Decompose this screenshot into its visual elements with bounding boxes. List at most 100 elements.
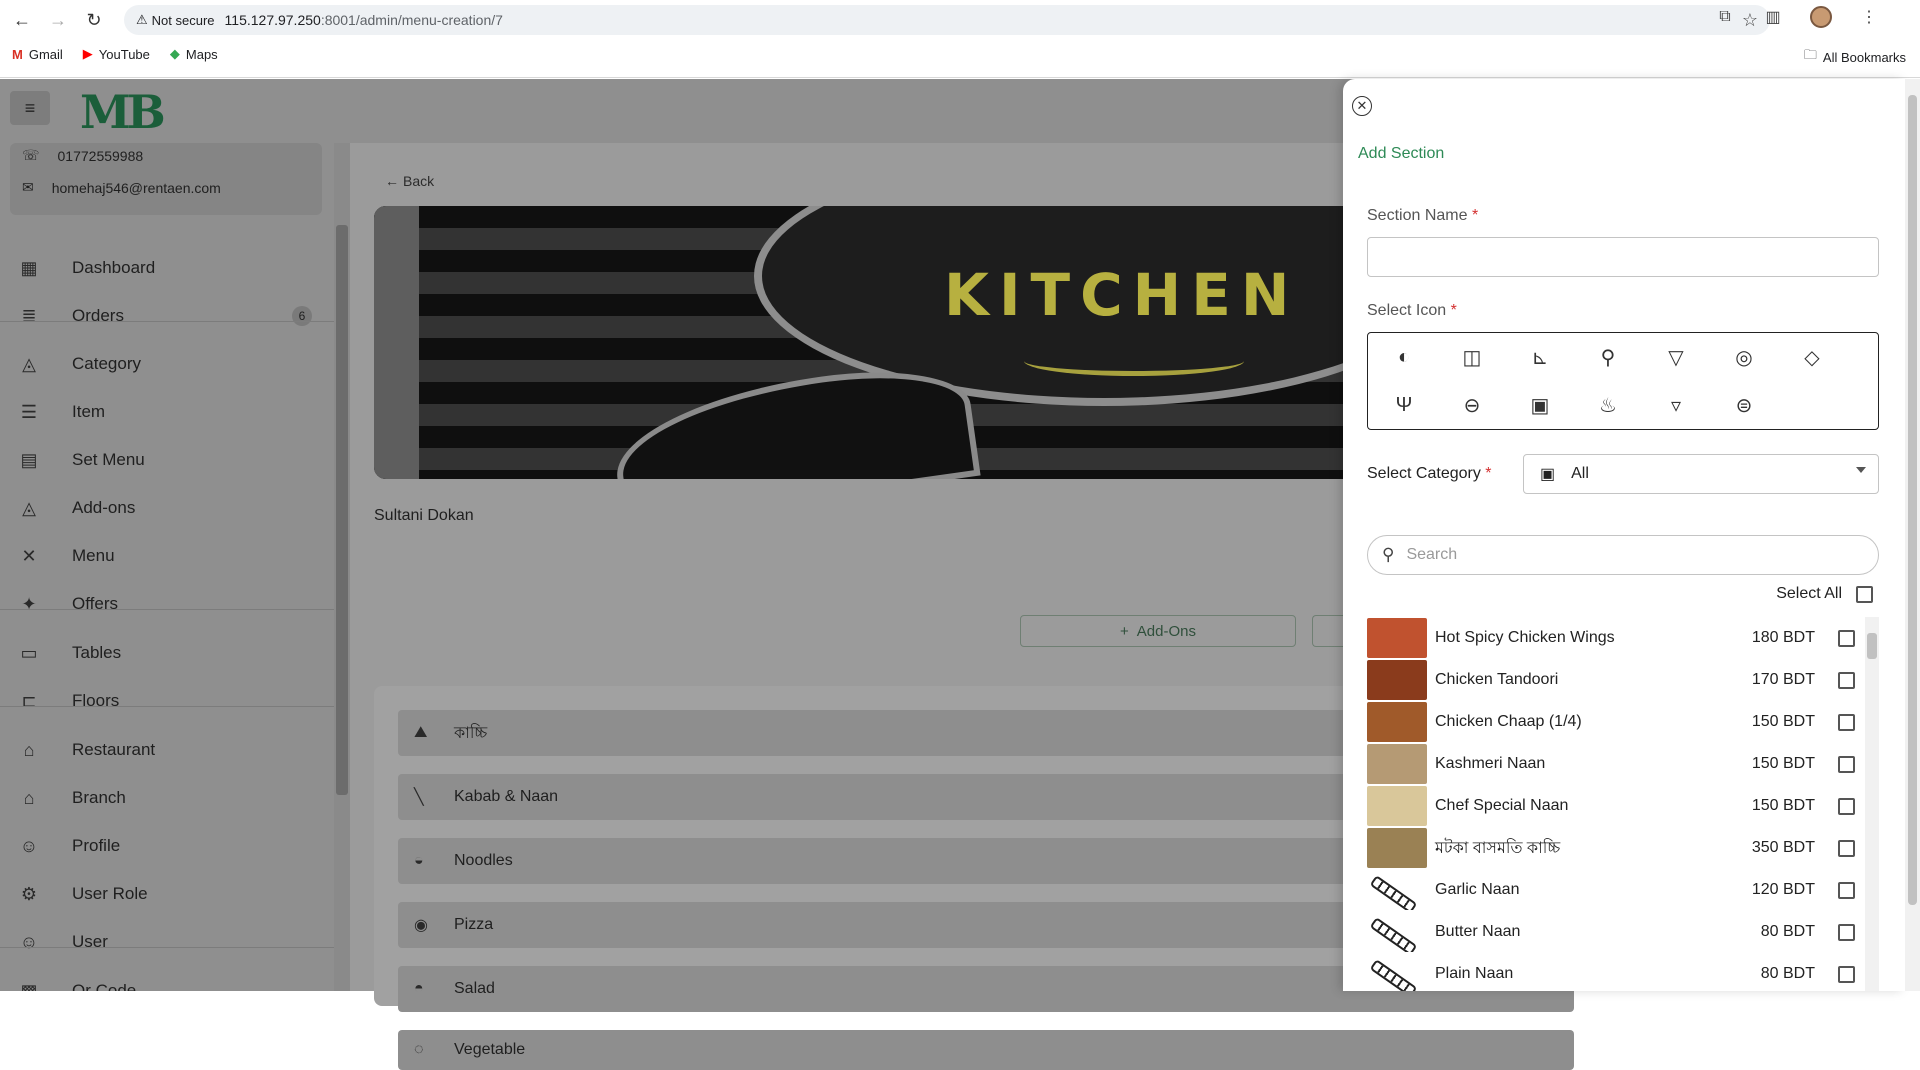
pizza-slice-icon[interactable]: ◇ <box>1797 342 1827 372</box>
item-checkbox[interactable] <box>1838 629 1855 647</box>
items-scrollbar[interactable] <box>1865 617 1879 991</box>
chair-icon[interactable]: ⊾ <box>1525 342 1555 372</box>
address-bar[interactable]: ⚠ Not secure 115.127.97.250 :8001/admin/… <box>124 5 1770 35</box>
bookmark-gmail[interactable]: M Gmail <box>12 46 63 62</box>
bowl-icon[interactable]: ◎ <box>1729 342 1759 372</box>
sidebar-item-label: Profile <box>72 836 121 855</box>
cocktail-icon[interactable]: ▽ <box>1661 342 1691 372</box>
scrollbar-thumb[interactable] <box>1867 633 1877 659</box>
sidebar-item-category[interactable]: ◬ Category <box>0 344 330 384</box>
list-item[interactable]: Butter Naan 80 BDT <box>1367 911 1855 953</box>
search-input[interactable]: ⚲ Search <box>1367 535 1879 575</box>
back-arrow-icon[interactable]: ← <box>10 8 34 32</box>
sidebar-item-user-role[interactable]: ⚙ User Role <box>0 874 330 914</box>
item-checkbox[interactable] <box>1838 797 1855 815</box>
profile-avatar[interactable] <box>1810 6 1832 28</box>
reload-icon[interactable]: ↻ <box>82 8 106 32</box>
required-mark: * <box>1450 302 1457 319</box>
drink-cup-icon[interactable]: ▿ <box>1661 390 1691 420</box>
sidebar-scrollbar[interactable] <box>334 143 350 991</box>
sidebar-item-user[interactable]: ☺ User <box>0 922 330 962</box>
item-checkbox[interactable] <box>1838 671 1855 689</box>
select-all-checkbox[interactable] <box>1856 585 1873 603</box>
back-link[interactable]: ← Back <box>385 173 434 189</box>
item-checkbox[interactable] <box>1838 965 1855 983</box>
sidebar-item-add-ons[interactable]: ◬ Add-ons <box>0 488 330 528</box>
list-item[interactable]: Chicken Tandoori 170 BDT <box>1367 659 1855 701</box>
contact-box: ☏ 01772559988 ✉ homehaj546@rentaen.com <box>10 143 322 215</box>
sidebar-item-tables[interactable]: ▭ Tables <box>0 633 330 673</box>
menu-icon: ✕ <box>21 545 37 566</box>
section-row-vegetable[interactable]: ◌ Vegetable <box>398 1030 1574 1070</box>
sidebar-item-menu[interactable]: ✕ Menu <box>0 536 330 576</box>
item-checkbox[interactable] <box>1838 755 1855 773</box>
list-item[interactable]: Garlic Naan 120 BDT <box>1367 869 1855 911</box>
sidebar-item-orders[interactable]: ≣ Orders 6 <box>0 296 330 336</box>
select-all-toggle[interactable]: Select All <box>1776 585 1873 603</box>
sidebar-item-offers[interactable]: ✦ Offers <box>0 584 330 624</box>
all-bookmarks-label: All Bookmarks <box>1822 49 1906 65</box>
list-item[interactable]: Chicken Chaap (1/4) 150 BDT <box>1367 701 1855 743</box>
salad-bowl-icon[interactable]: ⊜ <box>1729 390 1759 420</box>
sidebar-item-floors[interactable]: ⊏ Floors <box>0 681 330 721</box>
sidebar-item-item[interactable]: ☰ Item <box>0 392 330 432</box>
burger-icon[interactable]: ⊖ <box>1457 390 1487 420</box>
add-ons-label: Add-Ons <box>1136 622 1196 640</box>
required-mark: * <box>1485 465 1492 482</box>
sidebar-item-profile[interactable]: ☺ Profile <box>0 826 330 866</box>
item-checkbox[interactable] <box>1838 923 1855 941</box>
drumstick-icon[interactable]: ⚲ <box>1593 342 1623 372</box>
not-secure-indicator[interactable]: ⚠ Not secure <box>136 12 215 28</box>
banner-mustache <box>1024 346 1244 376</box>
forward-arrow-icon[interactable]: → <box>46 8 70 32</box>
sidebar-item-label: Item <box>72 402 106 421</box>
tables-icon: ▭ <box>20 642 38 663</box>
bookmark-youtube[interactable]: ▶ YouTube <box>83 46 150 62</box>
item-price: 150 BDT <box>1751 755 1815 772</box>
item-name: Chicken Tandoori <box>1435 671 1559 688</box>
sidebar-item-qr-code[interactable]: ▩ Qr Code <box>0 971 330 992</box>
item-checkbox[interactable] <box>1838 881 1855 899</box>
all-bookmarks[interactable]: 🗀 All Bookmarks <box>1804 46 1906 68</box>
sidebar-item-restaurant[interactable]: ⌂ Restaurant <box>0 730 330 770</box>
bookmark-maps[interactable]: ◆ Maps <box>170 46 218 62</box>
browser-menu-icon[interactable]: ⋮ <box>1858 6 1880 28</box>
category-select[interactable]: ▣ All <box>1523 454 1879 494</box>
list-item[interactable]: Plain Naan 80 BDT <box>1367 953 1855 991</box>
list-item[interactable]: Chef Special Naan 150 BDT <box>1367 785 1855 827</box>
bookmark-label: YouTube <box>98 46 150 62</box>
contact-phone: ☏ 01772559988 <box>22 147 143 164</box>
item-price: 80 BDT <box>1760 923 1815 940</box>
sidebar-item-dashboard[interactable]: ▦ Dashboard <box>0 248 330 288</box>
skewer-icon <box>1367 912 1427 952</box>
list-item[interactable]: মটকা বাসমতি কাচ্চি 350 BDT <box>1367 827 1855 869</box>
sidebar-item-set-menu[interactable]: ▤ Set Menu <box>0 440 330 480</box>
add-ons-button[interactable]: + Add-Ons <box>1020 615 1296 647</box>
dashboard-icon: ▦ <box>20 257 38 278</box>
side-panel-icon[interactable]: ▥ <box>1762 6 1784 28</box>
cup-icon[interactable]: ◫ <box>1457 342 1487 372</box>
item-checkbox[interactable] <box>1838 839 1855 857</box>
scrollbar-thumb[interactable] <box>1908 95 1917 905</box>
section-name-input[interactable] <box>1367 237 1879 277</box>
menu-board-icon[interactable]: ▣ <box>1525 390 1555 420</box>
arrow-left-icon: ← <box>385 173 399 189</box>
collapse-sidebar-icon[interactable]: ≡ <box>10 91 50 125</box>
close-icon[interactable]: ✕ <box>1352 96 1372 116</box>
steak-icon[interactable]: ◐ <box>1389 342 1419 372</box>
sidebar-item-branch[interactable]: ⌂ Branch <box>0 778 330 818</box>
kabab-icon: ╲ <box>414 789 424 806</box>
sidebar-item-label: User Role <box>72 884 148 903</box>
list-item[interactable]: Hot Spicy Chicken Wings 180 BDT <box>1367 617 1855 659</box>
item-checkbox[interactable] <box>1838 713 1855 731</box>
item-name: Butter Naan <box>1435 923 1521 940</box>
noodles-icon[interactable]: ♨ <box>1593 390 1623 420</box>
sidebar-item-label: Offers <box>72 594 118 613</box>
extensions-icon[interactable]: ⧉ <box>1714 6 1736 28</box>
category-selected-value: All <box>1571 465 1589 482</box>
noodles-icon: ◒ <box>414 852 424 869</box>
list-item[interactable]: Kashmeri Naan 150 BDT <box>1367 743 1855 785</box>
fork-knife-icon[interactable]: Ψ <box>1389 390 1419 420</box>
scrollbar-thumb[interactable] <box>336 225 348 795</box>
drawer-scrollbar[interactable] <box>1905 79 1920 991</box>
